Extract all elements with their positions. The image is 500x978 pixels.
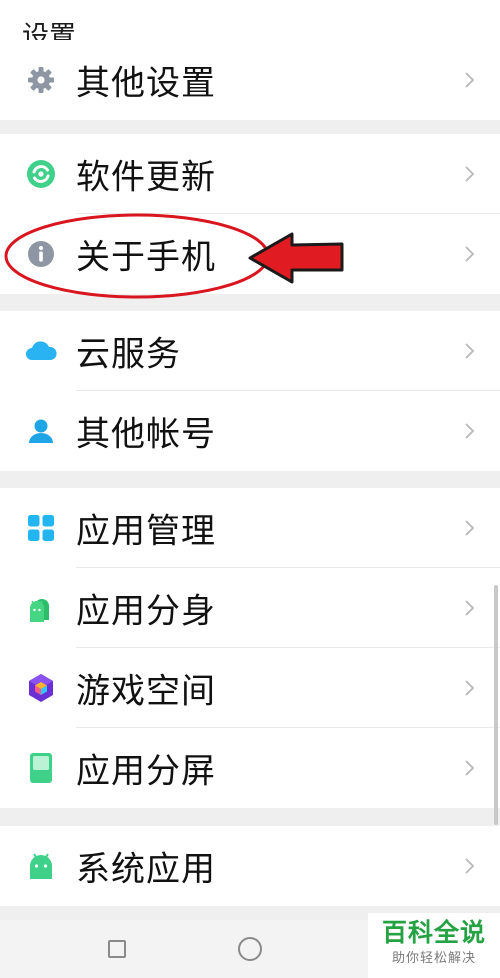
recent-apps-button[interactable]: [108, 940, 126, 958]
settings-group-system: 软件更新 关于手机: [0, 134, 500, 294]
settings-item-cloud-service[interactable]: 云服务: [0, 311, 500, 391]
game-cube-icon: [24, 671, 58, 705]
settings-item-game-space[interactable]: 游戏空间: [0, 648, 500, 728]
android-icon: [24, 849, 58, 883]
update-icon: [24, 157, 58, 191]
settings-item-app-management[interactable]: 应用管理: [0, 488, 500, 568]
settings-item-software-update[interactable]: 软件更新: [0, 134, 500, 214]
settings-item-about-phone[interactable]: 关于手机: [0, 214, 500, 294]
split-screen-icon: [24, 751, 58, 785]
chevron-right-icon: [465, 423, 475, 439]
settings-group-accounts: 云服务 其他帐号: [0, 311, 500, 471]
chevron-right-icon: [465, 600, 475, 616]
chevron-right-icon: [465, 680, 475, 696]
settings-item-label: 系统应用: [76, 849, 216, 890]
settings-item-label: 应用分身: [76, 591, 216, 632]
settings-group-apps: 应用管理 应用分身 游戏空间 应用分屏: [0, 488, 500, 808]
chevron-right-icon: [465, 858, 475, 874]
chevron-right-icon: [465, 166, 475, 182]
chevron-right-icon: [465, 72, 475, 88]
chevron-right-icon: [465, 343, 475, 359]
settings-item-label: 关于手机: [76, 237, 216, 278]
settings-item-app-clone[interactable]: 应用分身: [0, 568, 500, 648]
info-icon: [24, 237, 58, 271]
settings-item-system-apps[interactable]: 系统应用: [0, 826, 500, 906]
chevron-right-icon: [465, 246, 475, 262]
watermark-subtitle: 助你轻松解决: [391, 951, 476, 966]
settings-item-label: 其他帐号: [76, 414, 216, 455]
settings-group-system-apps: 系统应用: [0, 826, 500, 906]
cloud-icon: [24, 334, 58, 368]
app-grid-icon: [24, 511, 58, 545]
settings-group-other: 其他设置: [0, 40, 500, 120]
gear-icon: [24, 63, 58, 97]
settings-item-label: 其他设置: [76, 63, 216, 104]
user-icon: [24, 414, 58, 448]
app-clone-icon: [24, 591, 58, 625]
watermark-title: 百科全说: [381, 918, 486, 947]
settings-item-label: 应用管理: [76, 511, 216, 552]
watermark-logo: 百科全说 助你轻松解决: [368, 913, 500, 978]
settings-item-split-screen[interactable]: 应用分屏: [0, 728, 500, 808]
settings-item-label: 云服务: [76, 334, 181, 375]
settings-item-other-accounts[interactable]: 其他帐号: [0, 391, 500, 471]
settings-item-other-settings[interactable]: 其他设置: [0, 40, 500, 120]
settings-item-label: 软件更新: [76, 157, 216, 198]
chevron-right-icon: [465, 760, 475, 776]
chevron-right-icon: [465, 520, 475, 536]
settings-item-label: 游戏空间: [76, 671, 216, 712]
settings-item-label: 应用分屏: [76, 751, 216, 792]
scrollbar[interactable]: [494, 585, 498, 825]
home-button[interactable]: [238, 937, 262, 961]
